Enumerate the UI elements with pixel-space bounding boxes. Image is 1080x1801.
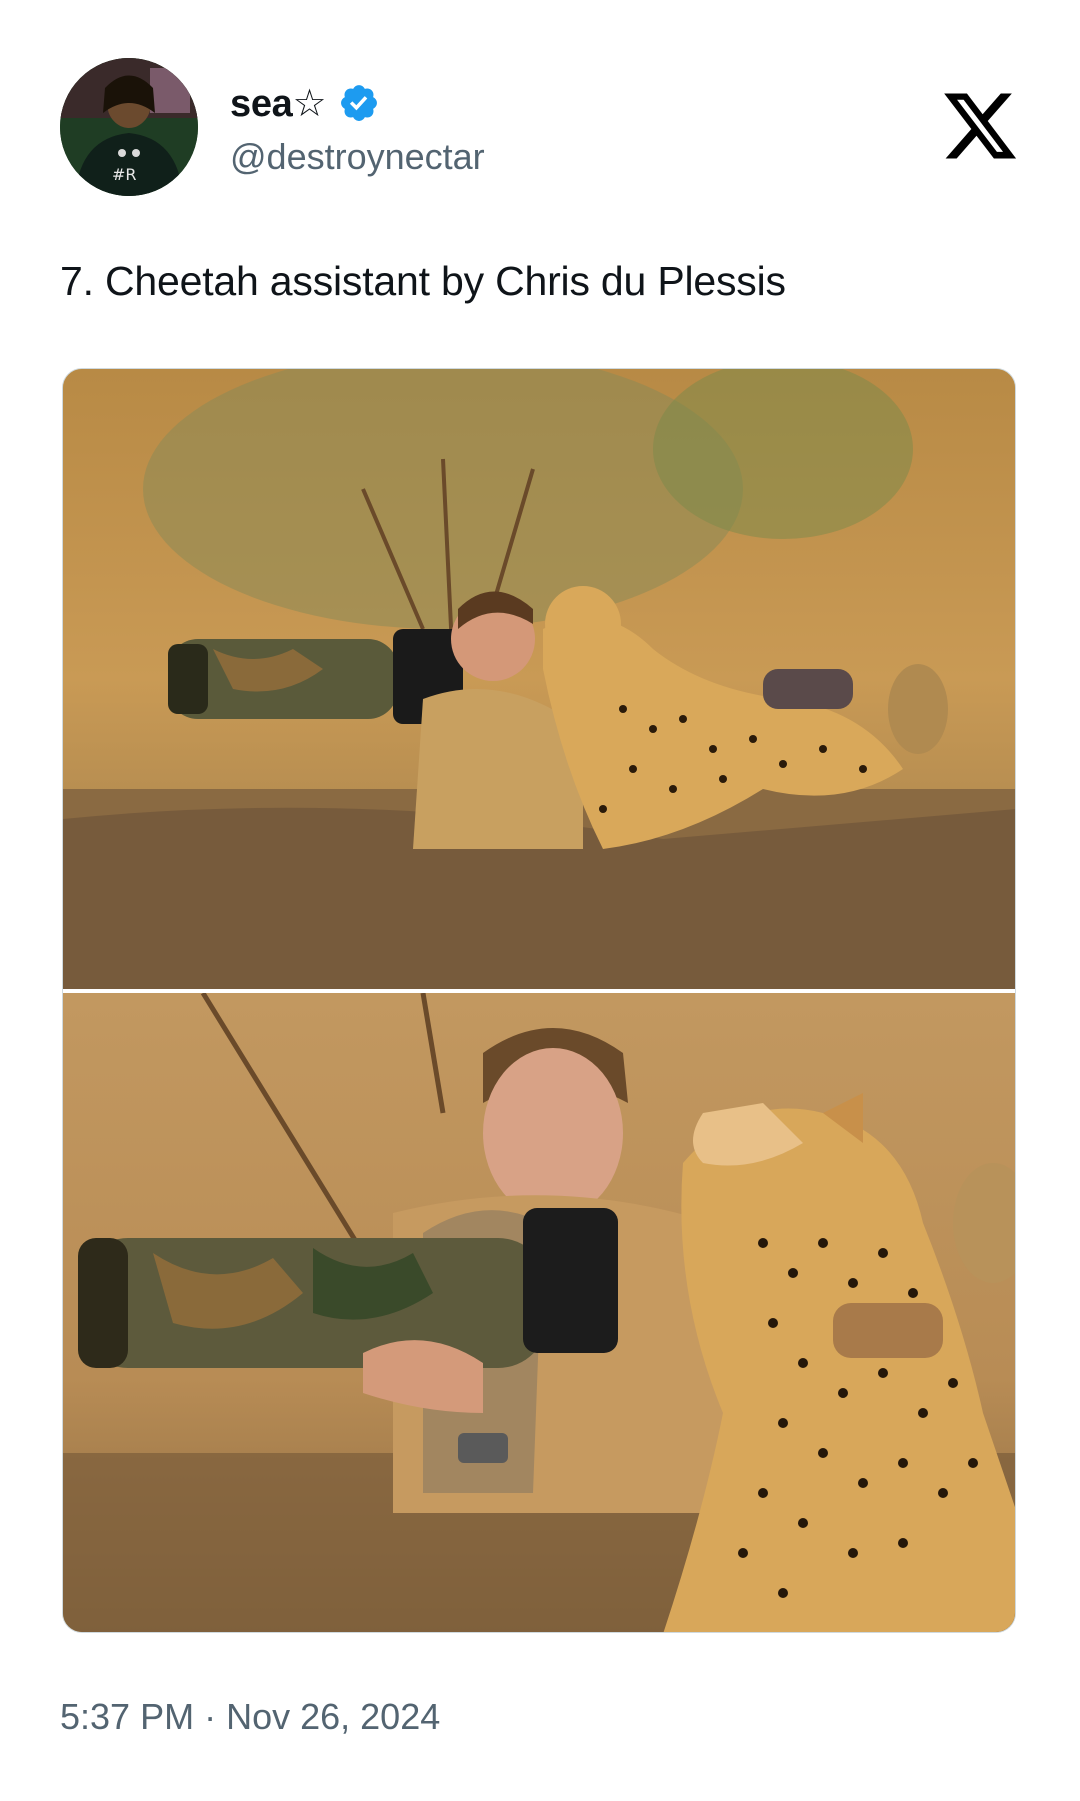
tweet-timestamp[interactable]: 5:37 PM · Nov 26, 2024: [60, 1696, 440, 1738]
tweet-media[interactable]: [62, 368, 1016, 1633]
author-avatar[interactable]: #R: [60, 58, 198, 196]
timestamp-separator: ·: [204, 1696, 217, 1737]
svg-text:#R: #R: [112, 165, 137, 184]
tweet-header: #R sea☆ @destroynectar: [60, 58, 1020, 198]
photo-photographer-with-cheetah-wide: [63, 369, 1015, 989]
photo-top[interactable]: [63, 369, 1015, 989]
tweet-time: 5:37 PM: [60, 1696, 195, 1737]
x-logo-icon[interactable]: [940, 86, 1020, 166]
avatar-image: #R: [60, 58, 198, 196]
author-handle[interactable]: @destroynectar: [230, 136, 485, 178]
verified-badge-icon: [338, 82, 380, 124]
tweet-text: 7. Cheetah assistant by Chris du Plessis: [60, 258, 786, 304]
author-display-name[interactable]: sea☆: [230, 81, 327, 126]
photo-bottom[interactable]: [63, 993, 1015, 1632]
tweet-date: Nov 26, 2024: [226, 1696, 441, 1737]
photo-photographer-with-cheetah-closeup: [63, 993, 1015, 1632]
